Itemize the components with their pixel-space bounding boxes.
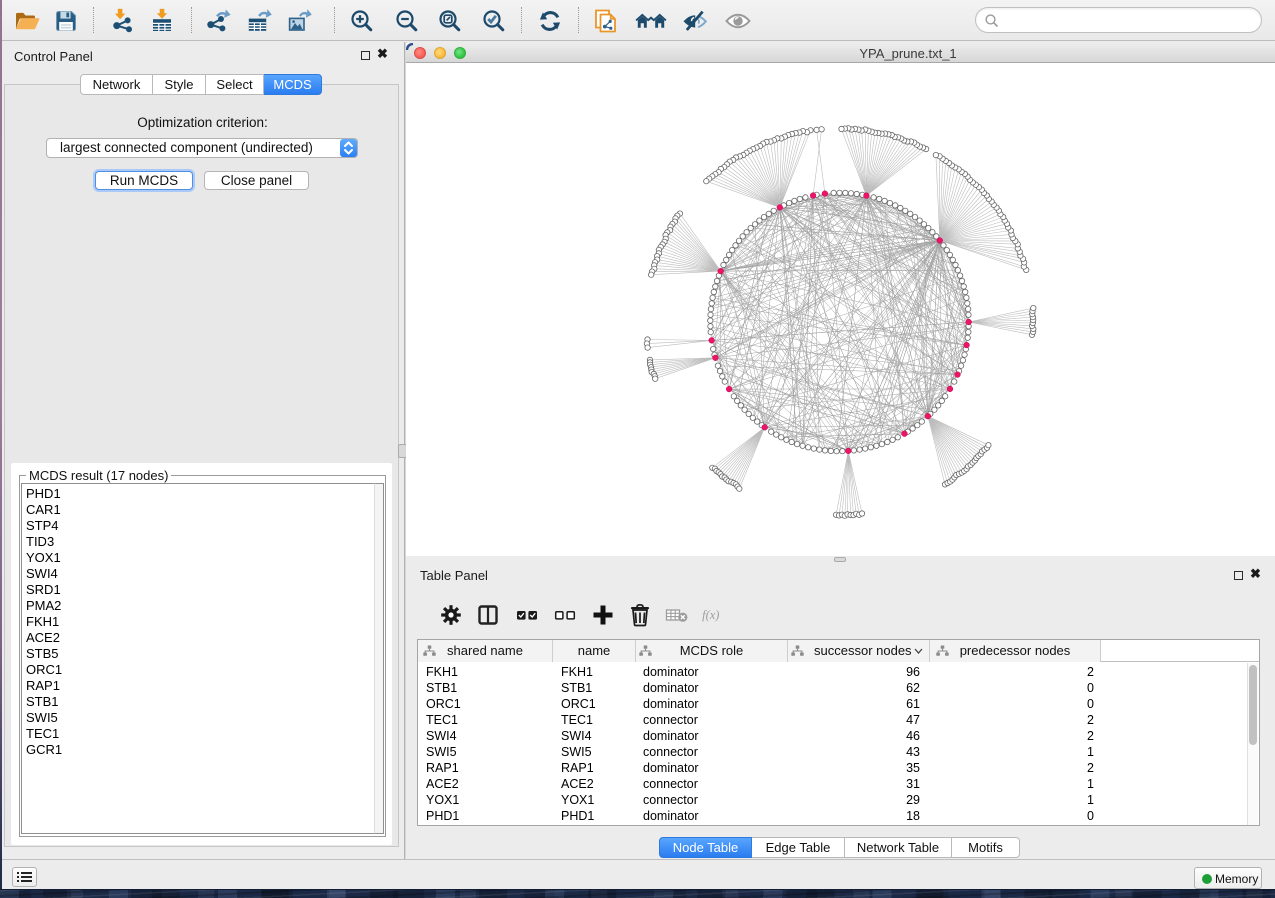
svg-text:f(x): f(x) bbox=[702, 608, 719, 622]
